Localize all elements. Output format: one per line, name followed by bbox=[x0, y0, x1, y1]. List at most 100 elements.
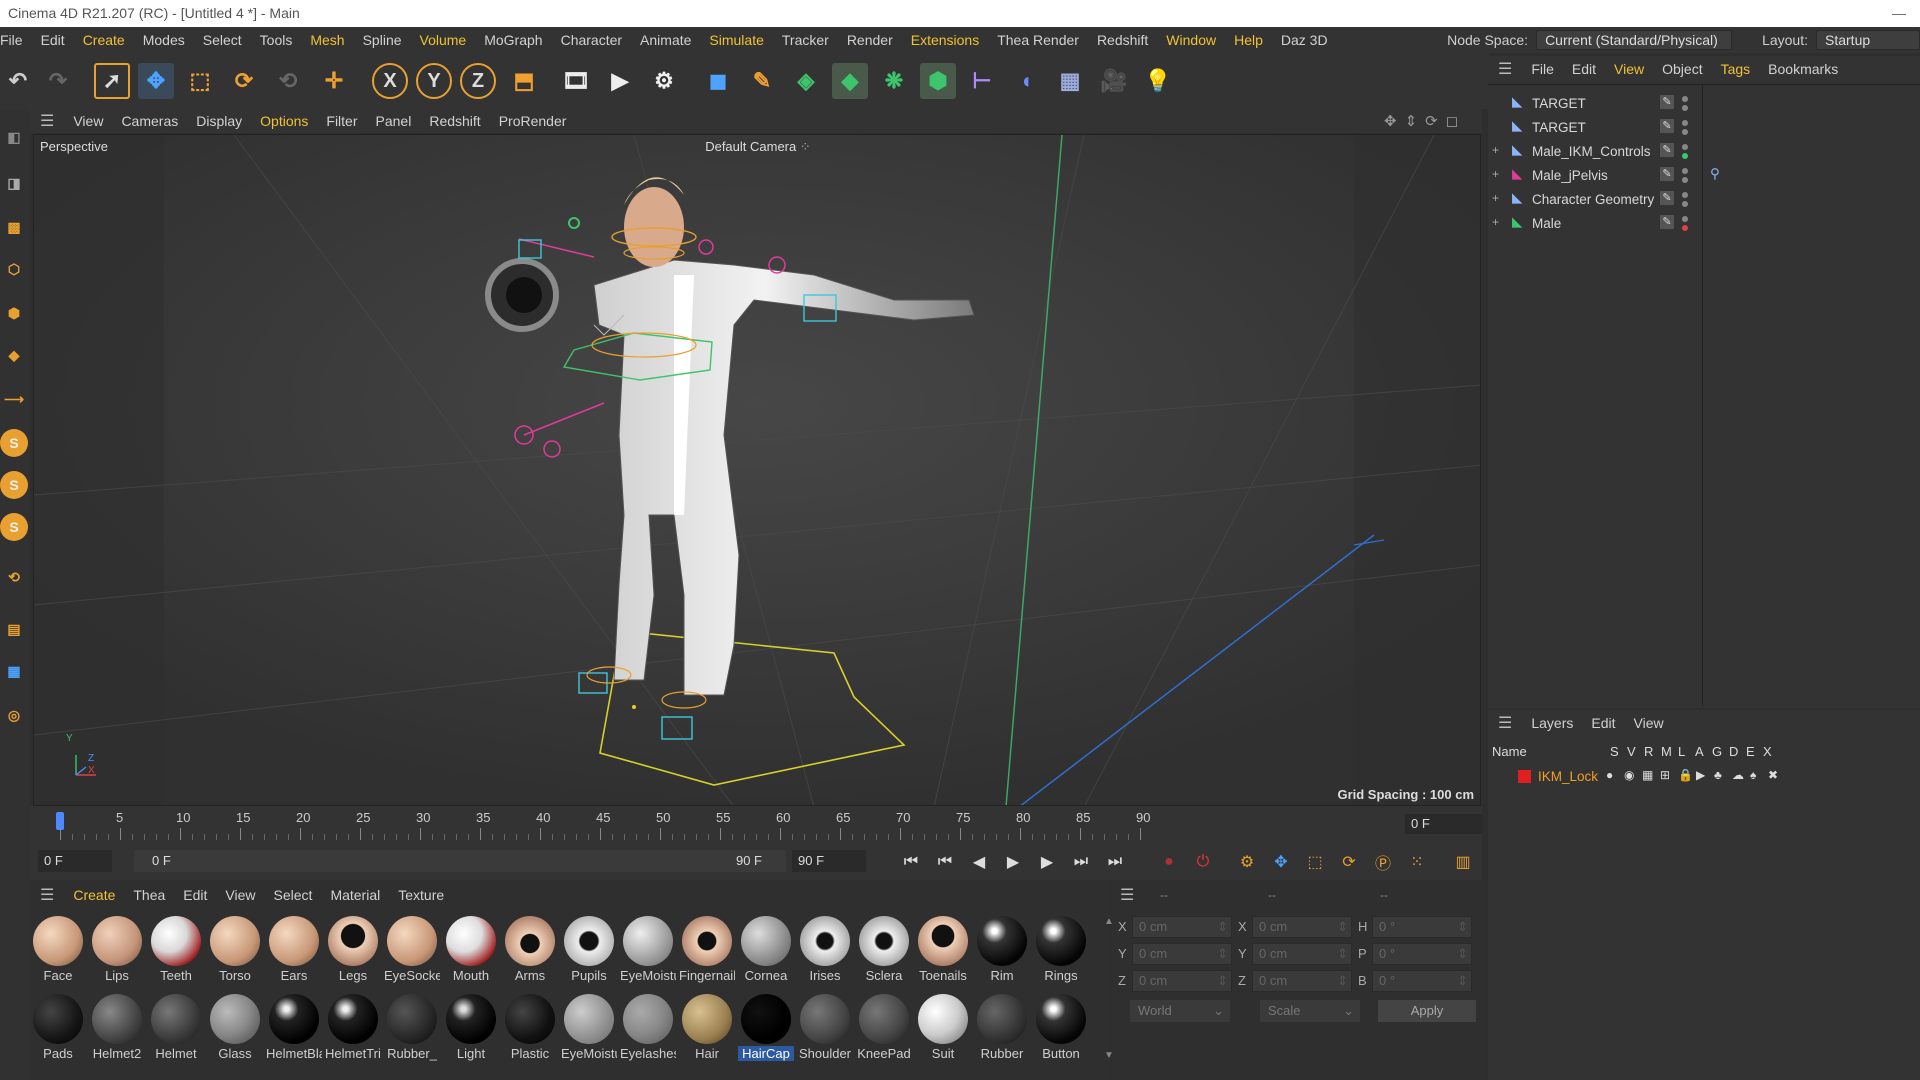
spline-mask-icon[interactable]: ◖ bbox=[1008, 63, 1044, 99]
coord-field[interactable]: 0 ° ⇕ bbox=[1372, 970, 1472, 992]
stepper-icon[interactable]: ⇕ bbox=[1457, 971, 1468, 991]
menu-modes[interactable]: Modes bbox=[134, 27, 194, 53]
layer-column-d[interactable]: D bbox=[1729, 744, 1738, 759]
expand-icon[interactable]: + bbox=[1492, 215, 1499, 229]
hamburger-icon[interactable]: ☰ bbox=[30, 885, 64, 905]
object-menu-edit[interactable]: Edit bbox=[1563, 61, 1605, 77]
material-swatch[interactable]: Irises bbox=[797, 912, 853, 988]
material-menu-material[interactable]: Material bbox=[321, 887, 389, 903]
stepper-icon[interactable]: ⇕ bbox=[1337, 944, 1348, 964]
stepper-icon[interactable]: ⇕ bbox=[1337, 971, 1348, 991]
material-menu-edit[interactable]: Edit bbox=[174, 887, 216, 903]
material-swatch[interactable]: Cornea bbox=[738, 912, 794, 988]
xref-icon[interactable]: ✖ bbox=[1768, 768, 1778, 782]
object-row[interactable]: + ◣ Male ✎ bbox=[1488, 212, 1920, 236]
layer-column-a[interactable]: A bbox=[1695, 744, 1704, 759]
end-frame-field[interactable]: 90 F bbox=[792, 850, 866, 872]
layer-row[interactable]: IKM_Lock ● ◉ ▦ ⊞ 🔒 ▶ ♣ ☁ ♠ ✖ bbox=[1488, 766, 1920, 790]
menu-select[interactable]: Select bbox=[194, 27, 251, 53]
maximize-icon[interactable]: ◻ bbox=[1446, 112, 1458, 130]
layer-column-name[interactable]: Name bbox=[1492, 744, 1527, 759]
menu-spline[interactable]: Spline bbox=[354, 27, 411, 53]
planar-workplane-icon[interactable]: ▦ bbox=[0, 657, 28, 685]
material-menu-thea[interactable]: Thea bbox=[124, 887, 174, 903]
layer-column-r[interactable]: R bbox=[1644, 744, 1653, 759]
coord-field[interactable]: 0 cm ⇕ bbox=[1132, 916, 1232, 938]
material-swatch[interactable]: Rubber_ bbox=[384, 990, 440, 1066]
apply-button[interactable]: Apply bbox=[1378, 1000, 1476, 1022]
cube-icon[interactable]: ◼ bbox=[700, 63, 736, 99]
material-swatch[interactable]: HelmetTrim bbox=[325, 990, 381, 1066]
layer-column-v[interactable]: V bbox=[1627, 744, 1636, 759]
edit-checkbox-icon[interactable]: ✎ bbox=[1660, 191, 1674, 205]
material-menu-select[interactable]: Select bbox=[265, 887, 322, 903]
points-mode-icon[interactable]: ⬡ bbox=[0, 255, 28, 283]
material-swatch[interactable]: Eyelashes bbox=[620, 990, 676, 1066]
timeline-ruler[interactable]: 051015202530354045505560657075808590 0 F bbox=[30, 806, 1483, 842]
object-menu-file[interactable]: File bbox=[1522, 61, 1563, 77]
object-row[interactable]: + ◣ Male_jPelvis ✎ ⚲ bbox=[1488, 164, 1920, 188]
timeline-window-icon[interactable]: ▥ bbox=[1450, 849, 1476, 875]
material-swatch[interactable]: Suit bbox=[915, 990, 971, 1066]
layer-menu-view[interactable]: View bbox=[1625, 715, 1673, 731]
scale-dropdown[interactable]: Scale ⌄ bbox=[1260, 1000, 1360, 1022]
stepper-icon[interactable]: ⇕ bbox=[1457, 917, 1468, 937]
material-swatch[interactable]: Light bbox=[443, 990, 499, 1066]
layout-dropdown[interactable]: Startup bbox=[1816, 30, 1920, 50]
editor-visibility-dot[interactable] bbox=[1682, 120, 1688, 126]
axis-mode-icon[interactable]: ⟶ bbox=[0, 385, 28, 413]
hamburger-icon[interactable]: ☰ bbox=[1112, 885, 1142, 905]
material-swatch[interactable]: Helmet2 bbox=[89, 990, 145, 1066]
transform-tool-icon[interactable]: ✛ bbox=[316, 63, 352, 99]
material-swatch[interactable]: Lips bbox=[89, 912, 145, 988]
material-swatch[interactable]: Face bbox=[30, 912, 86, 988]
viewport-menu-view[interactable]: View bbox=[64, 113, 112, 129]
expressions-icon[interactable]: ♠ bbox=[1750, 768, 1756, 782]
minimize-button[interactable]: — bbox=[1892, 0, 1906, 27]
visible-icon[interactable]: ◉ bbox=[1624, 768, 1634, 782]
snap-icon[interactable]: S bbox=[0, 429, 28, 457]
menu-redshift[interactable]: Redshift bbox=[1088, 27, 1157, 53]
material-swatch[interactable]: Glass bbox=[207, 990, 263, 1066]
object-row[interactable]: ◣ TARGET ✎ bbox=[1488, 92, 1920, 116]
menu-create[interactable]: Create bbox=[74, 27, 134, 53]
y-axis-icon[interactable]: Y bbox=[416, 63, 452, 99]
light-icon[interactable]: 💡 bbox=[1140, 63, 1176, 99]
render-visibility-dot[interactable] bbox=[1682, 105, 1688, 111]
layer-column-m[interactable]: M bbox=[1661, 744, 1672, 759]
editor-visibility-dot[interactable] bbox=[1682, 96, 1688, 102]
deformers-icon[interactable]: ☁ bbox=[1732, 768, 1744, 782]
menu-tools[interactable]: Tools bbox=[251, 27, 302, 53]
material-swatch[interactable]: EyeMoisture bbox=[620, 912, 676, 988]
snap-quantize-icon[interactable]: S bbox=[0, 513, 28, 541]
workplane-lock-icon[interactable]: ⟲ bbox=[0, 563, 28, 591]
render-icon[interactable]: ▦ bbox=[1642, 768, 1653, 782]
viewport[interactable]: Perspective Default Camera ⁘ Y Z X Grid … bbox=[33, 134, 1481, 806]
render-region-icon[interactable]: 🎞 bbox=[558, 63, 594, 99]
stepper-icon[interactable]: ⇕ bbox=[1217, 917, 1228, 937]
render-view-icon[interactable]: ▶ bbox=[602, 63, 638, 99]
menu-window[interactable]: Window bbox=[1157, 27, 1225, 53]
coord-field[interactable]: 0 cm ⇕ bbox=[1132, 943, 1232, 965]
expand-icon[interactable]: + bbox=[1492, 191, 1499, 205]
stepper-icon[interactable]: ⇕ bbox=[1457, 944, 1468, 964]
material-swatch[interactable]: Legs bbox=[325, 912, 381, 988]
recent-tool-icon[interactable]: ⟲ bbox=[270, 63, 306, 99]
material-swatch[interactable]: HelmetBlack bbox=[266, 990, 322, 1066]
material-swatch[interactable]: EyeMoisture bbox=[561, 990, 617, 1066]
lock-icon[interactable]: 🔒 bbox=[1678, 768, 1693, 782]
edit-checkbox-icon[interactable]: ✎ bbox=[1660, 215, 1674, 229]
expand-icon[interactable]: + bbox=[1492, 167, 1499, 181]
material-swatch[interactable]: Teeth bbox=[148, 912, 204, 988]
snap-settings-icon[interactable]: S bbox=[0, 471, 28, 499]
coord-field[interactable]: 0 cm ⇕ bbox=[1252, 970, 1352, 992]
menu-thea-render[interactable]: Thea Render bbox=[988, 27, 1088, 53]
material-swatch[interactable]: Shoulder bbox=[797, 990, 853, 1066]
material-swatch[interactable]: KneePad bbox=[856, 990, 912, 1066]
zoom-icon[interactable]: ⇕ bbox=[1405, 112, 1418, 130]
solo-icon[interactable]: ● bbox=[1606, 768, 1613, 782]
material-menu-create[interactable]: Create bbox=[64, 887, 124, 903]
next-frame-icon[interactable]: ▶ bbox=[1034, 849, 1060, 875]
frame-range-slider[interactable]: 0 F 90 F bbox=[134, 850, 786, 872]
volume-icon[interactable]: ⬢ bbox=[920, 63, 956, 99]
